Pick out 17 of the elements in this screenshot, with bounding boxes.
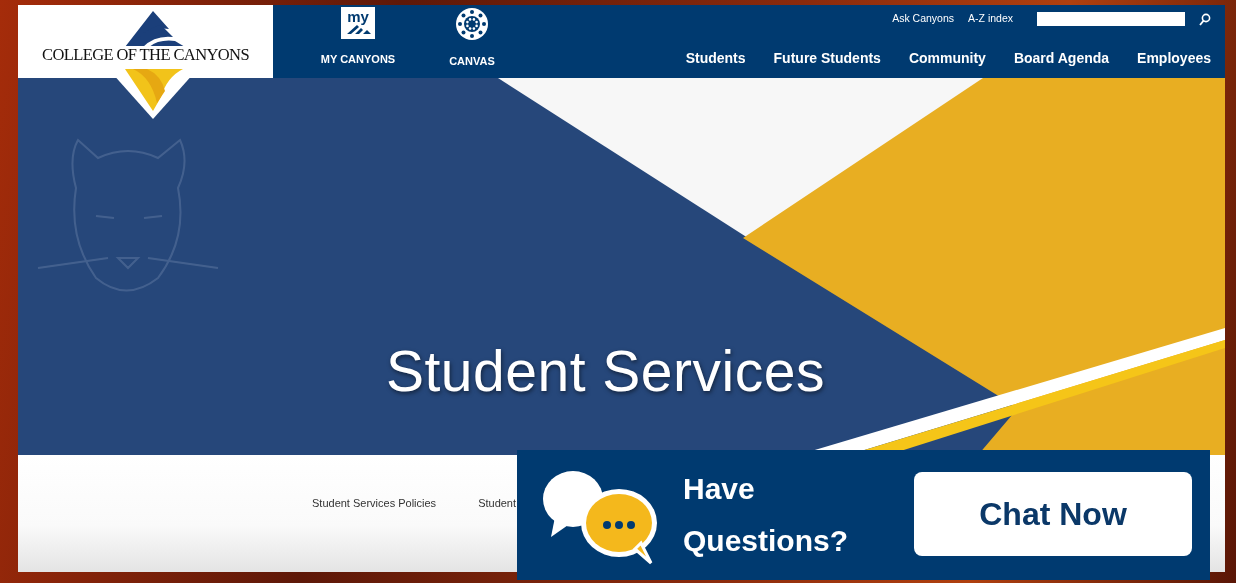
nav-link-item[interactable]: Students	[685, 48, 746, 69]
nav-link-item[interactable]: Future Students	[773, 48, 881, 69]
search-field[interactable]	[1037, 12, 1185, 26]
sub-nav-link[interactable]: Student Services Policies	[312, 495, 437, 572]
search-icon[interactable]	[1199, 12, 1211, 26]
my-canyons-icon: my	[341, 7, 375, 39]
utility-link[interactable]: Ask Canyons	[892, 11, 955, 27]
chat-prompt: Have Questions?	[683, 470, 848, 559]
utility-link[interactable]: A-Z index	[968, 11, 1013, 27]
quick-link[interactable]: CANVAS	[449, 53, 495, 70]
page-title: Student Services	[386, 340, 825, 403]
nav-link-item[interactable]: Employees	[1137, 48, 1211, 69]
nav-link-item[interactable]: Board Agenda	[1013, 48, 1110, 69]
sub-nav-link[interactable]: Student	[478, 495, 517, 572]
chat-now-button[interactable]: Chat Now	[914, 472, 1192, 556]
quick-link[interactable]: MY CANYONS	[320, 51, 396, 68]
nav-link-item[interactable]: Community	[908, 48, 986, 69]
